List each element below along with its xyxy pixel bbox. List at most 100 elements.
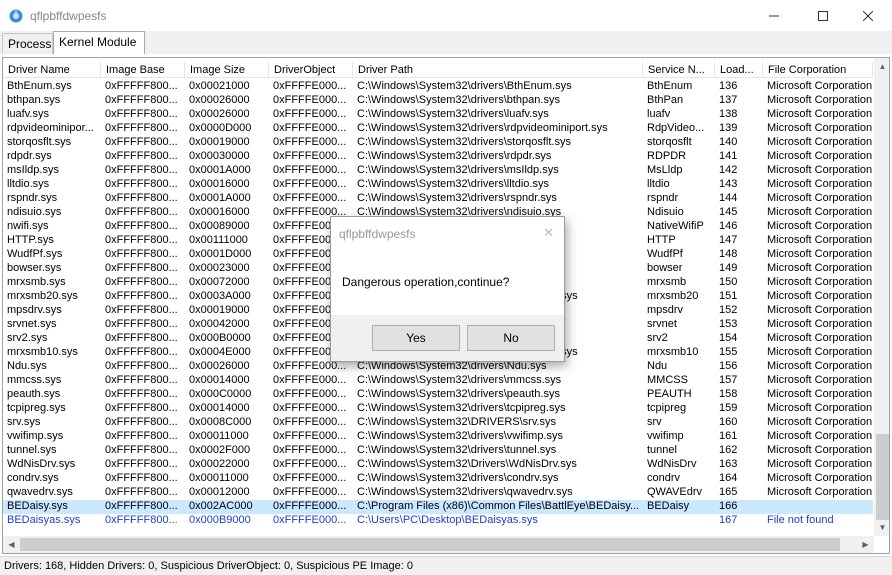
col-image-base-cell: 0xFFFFF800... <box>105 486 178 498</box>
col-service-name-cell: MMCSS <box>647 374 688 386</box>
table-row[interactable]: bthpan.sys 0xFFFFF800... 0x00026000 0xFFFFE… <box>3 94 873 108</box>
col-file-corporation-cell: Microsoft Corporation <box>767 416 873 428</box>
col-service-name-cell: srv <box>647 416 662 428</box>
col-file-corporation-cell: Microsoft Corporation <box>767 234 873 246</box>
col-image-size-cell: 0x0001D000 <box>189 248 252 260</box>
vertical-scrollbar[interactable]: ▲ ▼ <box>874 58 889 536</box>
col-driver-path-cell: C:\Users\PC\Desktop\BEDaisyas.sys <box>357 514 538 526</box>
maximize-button[interactable] <box>800 0 846 31</box>
tab-kernel-module[interactable]: Kernel Module <box>53 31 145 54</box>
dialog-footer: Yes No <box>331 315 564 361</box>
col-load-order-cell: 144 <box>719 192 738 204</box>
col-file-corporation-cell: Microsoft Corporation <box>767 430 873 442</box>
col-driver-name-cell: luafv.sys <box>7 108 49 120</box>
col-image-base-cell: 0xFFFFF800... <box>105 402 178 414</box>
yes-button[interactable]: Yes <box>372 325 460 351</box>
table-row[interactable]: luafv.sys 0xFFFFF800... 0x00026000 0xFFFFE0… <box>3 108 873 122</box>
table-row[interactable]: rdpdr.sys 0xFFFFF800... 0x00030000 0xFFFFE0… <box>3 150 873 164</box>
table-row[interactable]: msIldp.sys 0xFFFFF800... 0x0001A000 0xFFFFE… <box>3 164 873 178</box>
col-image-base-cell: 0xFFFFF800... <box>105 304 178 316</box>
table-row[interactable]: BthEnum.sys 0xFFFFF800... 0x00021000 0xFFFF… <box>3 80 873 94</box>
close-button[interactable] <box>843 0 892 31</box>
table-row[interactable]: BEDaisy.sys 0xFFFFF800... 0x002AC000 0xFFFF… <box>3 500 873 514</box>
col-service-name-cell: mrxsmb20 <box>647 290 699 302</box>
col-image-base-cell: 0xFFFFF800... <box>105 108 178 120</box>
scroll-down-icon[interactable]: ▼ <box>874 519 889 536</box>
minimize-button[interactable] <box>751 0 797 31</box>
dialog-close-icon[interactable]: ✕ <box>543 225 554 241</box>
scroll-right-icon[interactable]: ▶ <box>857 536 874 553</box>
table-row[interactable]: storqosflt.sys 0xFFFFF800... 0x00019000 0xF… <box>3 136 873 150</box>
col-service-name-cell: HTTP <box>647 234 676 246</box>
tab-bar: Process Kernel Module <box>0 31 892 54</box>
table-row[interactable]: rdpvideominipor... 0xFFFFF800... 0x0000D00… <box>3 122 873 136</box>
col-driver-object-cell: 0xFFFFE000... <box>273 416 347 428</box>
table-row[interactable]: srv.sys 0xFFFFF800... 0x0008C000 0xFFFFE000… <box>3 416 873 430</box>
table-row[interactable]: mmcss.sys 0xFFFFF800... 0x00014000 0xFFFFE0… <box>3 374 873 388</box>
col-driver-name-cell: mrxsmb.sys <box>7 276 66 288</box>
col-service-name-cell: PEAUTH <box>647 388 692 400</box>
col-load-order-cell: 147 <box>719 234 738 246</box>
header-col-driver-path[interactable]: Driver Path <box>353 62 643 78</box>
col-image-size-cell: 0x00019000 <box>189 136 250 148</box>
table-row[interactable]: BEDaisyas.sys 0xFFFFF800... 0x000B9000 0xFF… <box>3 514 873 528</box>
col-image-size-cell: 0x000C0000 <box>189 388 252 400</box>
col-service-name-cell: bowser <box>647 262 683 274</box>
col-service-name-cell: MsLldp <box>647 164 683 176</box>
table-row[interactable]: Ndu.sys 0xFFFFF800... 0x00026000 0xFFFFE000… <box>3 360 873 374</box>
table-row[interactable]: WdNisDrv.sys 0xFFFFF800... 0x00022000 0xFFF… <box>3 458 873 472</box>
col-driver-name-cell: storqosflt.sys <box>7 136 72 148</box>
header-col-driver-object[interactable]: DriverObject <box>269 62 353 78</box>
col-driver-name-cell: peauth.sys <box>7 388 61 400</box>
col-driver-object-cell: 0xFFFFE000... <box>273 472 347 484</box>
col-load-order-cell: 146 <box>719 220 738 232</box>
scroll-up-icon[interactable]: ▲ <box>874 58 889 75</box>
col-file-corporation-cell: Microsoft Corporation <box>767 94 873 106</box>
col-service-name-cell: RdpVideo... <box>647 122 705 134</box>
col-image-base-cell: 0xFFFFF800... <box>105 94 178 106</box>
table-row[interactable]: vwifimp.sys 0xFFFFF800... 0x00011000 0xFFFF… <box>3 430 873 444</box>
col-image-base-cell: 0xFFFFF800... <box>105 416 178 428</box>
table-row[interactable]: lltdio.sys 0xFFFFF800... 0x00016000 0xFFFFE… <box>3 178 873 192</box>
header-col-service-name[interactable]: Service N... <box>643 62 715 78</box>
col-driver-name-cell: mrxsmb10.sys <box>7 346 78 358</box>
col-image-size-cell: 0x0000D000 <box>189 122 252 134</box>
col-service-name-cell: luafv <box>647 108 671 120</box>
scroll-left-icon[interactable]: ◀ <box>3 536 20 553</box>
table-row[interactable]: tunnel.sys 0xFFFFF800... 0x0002F000 0xFFFFE… <box>3 444 873 458</box>
tab-process[interactable]: Process <box>2 33 53 54</box>
table-row[interactable]: condrv.sys 0xFFFFF800... 0x00011000 0xFFFFE… <box>3 472 873 486</box>
table-row[interactable]: rspndr.sys 0xFFFFF800... 0x0001A000 0xFFFFE… <box>3 192 873 206</box>
col-image-size-cell: 0x002AC000 <box>189 500 253 512</box>
table-row[interactable]: tcpipreg.sys 0xFFFFF800... 0x00014000 0xFFF… <box>3 402 873 416</box>
header-col-file-corporation[interactable]: File Corporation <box>763 62 873 78</box>
col-driver-object-cell: 0xFFFFE000... <box>273 430 347 442</box>
col-service-name-cell: tunnel <box>647 444 677 456</box>
horizontal-scroll-thumb[interactable] <box>20 538 840 551</box>
col-file-corporation-cell: Microsoft Corporation <box>767 290 873 302</box>
col-image-base-cell: 0xFFFFF800... <box>105 374 178 386</box>
header-col-image-base[interactable]: Image Base <box>101 62 185 78</box>
col-image-base-cell: 0xFFFFF800... <box>105 122 178 134</box>
col-image-size-cell: 0x0003A000 <box>189 290 251 302</box>
col-driver-object-cell: 0xFFFFE000... <box>273 388 347 400</box>
table-row[interactable]: qwavedrv.sys 0xFFFFF800... 0x00012000 0xFFF… <box>3 486 873 500</box>
col-image-base-cell: 0xFFFFF800... <box>105 346 178 358</box>
col-driver-path-cell: C:\Program Files (x86)\Common Files\Batt… <box>357 500 640 512</box>
col-driver-path-cell: C:\Windows\System32\drivers\rspndr.sys <box>357 192 557 204</box>
col-file-corporation-cell: Microsoft Corporation <box>767 122 873 134</box>
header-col-image-size[interactable]: Image Size <box>185 62 269 78</box>
col-file-corporation-cell <box>763 500 873 514</box>
no-button[interactable]: No <box>467 325 555 351</box>
col-image-base-cell: 0xFFFFF800... <box>105 164 178 176</box>
col-image-size-cell: 0x00026000 <box>189 108 250 120</box>
col-driver-object-cell: 0xFFFFE000... <box>273 94 347 106</box>
col-image-base-cell: 0xFFFFF800... <box>105 388 178 400</box>
close-icon <box>862 10 873 21</box>
table-row[interactable]: peauth.sys 0xFFFFF800... 0x000C0000 0xFFFFE… <box>3 388 873 402</box>
vertical-scroll-thumb[interactable] <box>876 434 889 520</box>
header-col-load-order[interactable]: Load... <box>715 62 763 78</box>
horizontal-scrollbar[interactable]: ◀ ▶ <box>3 536 874 553</box>
header-col-driver-name[interactable]: Driver Name <box>3 62 101 78</box>
col-driver-name-cell: srv.sys <box>7 416 41 428</box>
